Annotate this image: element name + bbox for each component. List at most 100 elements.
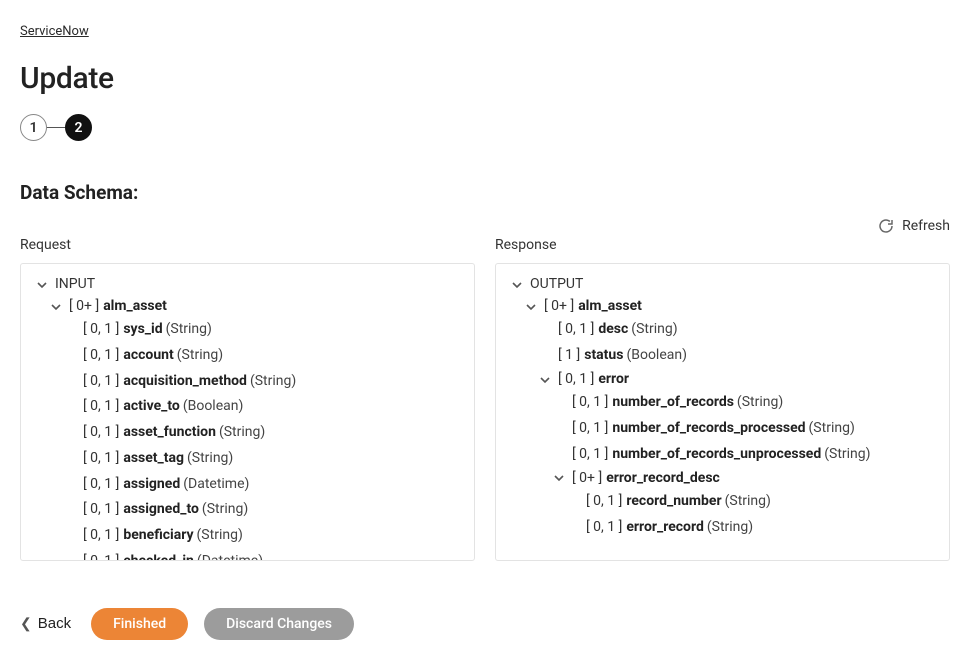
field-name: status bbox=[584, 345, 623, 367]
field-type: (String) bbox=[824, 444, 870, 466]
field-name: number_of_records_processed bbox=[612, 418, 805, 440]
response-box: OUTPUT [ 0+ ] alm_asset [ 0, 1 ]desc(Str… bbox=[495, 263, 950, 561]
field-cardinality: [ 0, 1 ] bbox=[558, 369, 594, 391]
stepper: 1 2 bbox=[20, 114, 972, 141]
field-type: (String) bbox=[187, 448, 233, 470]
field-type: (Boolean) bbox=[626, 345, 687, 367]
field-name: error bbox=[598, 369, 629, 391]
field-type: (String) bbox=[177, 345, 223, 367]
field-name: error_record_desc bbox=[606, 468, 720, 490]
field-cardinality: [ 0+ ] bbox=[69, 296, 99, 318]
field-cardinality: [ 0, 1 ] bbox=[572, 392, 608, 414]
field-type: (Datetime) bbox=[197, 551, 263, 561]
field-name: asset_function bbox=[123, 422, 216, 444]
field-name: assigned bbox=[123, 474, 180, 496]
field-cardinality: [ 0, 1 ] bbox=[83, 396, 119, 418]
response-panel: Response OUTPUT bbox=[495, 237, 950, 561]
field-cardinality: [ 1 ] bbox=[558, 345, 580, 367]
field-name: number_of_records bbox=[612, 392, 734, 414]
section-heading: Data Schema: bbox=[20, 181, 972, 204]
field-cardinality: [ 0, 1 ] bbox=[83, 499, 119, 521]
chevron-down-icon bbox=[35, 278, 49, 292]
schema-field: [ 0, 1 ]acquisition_method(String) bbox=[63, 369, 464, 395]
field-cardinality: [ 0, 1 ] bbox=[572, 444, 608, 466]
chevron-down-icon bbox=[524, 300, 538, 314]
chevron-down-icon bbox=[552, 471, 566, 485]
field-cardinality: [ 0, 1 ] bbox=[572, 418, 608, 440]
schema-field: [ 0, 1 ]error_record(String) bbox=[566, 515, 939, 541]
request-box: INPUT [ 0+ ] alm_asset [ 0, 1 ]sys_id(St… bbox=[20, 263, 475, 561]
field-cardinality: [ 0, 1 ] bbox=[83, 371, 119, 393]
schema-field: [ 0, 1 ]asset_function(String) bbox=[63, 420, 464, 446]
schema-field: [ 0, 1 ]assigned(Datetime) bbox=[63, 472, 464, 498]
chevron-down-icon bbox=[510, 278, 524, 292]
refresh-label: Refresh bbox=[902, 218, 950, 234]
schema-field: [ 0, 1 ] checked_in(Datetime) bbox=[63, 549, 464, 561]
field-type: (Boolean) bbox=[183, 396, 244, 418]
field-type: (String) bbox=[219, 422, 265, 444]
finished-button[interactable]: Finished bbox=[91, 608, 188, 640]
field-name: alm_asset bbox=[578, 296, 642, 318]
field-name: number_of_records_unprocessed bbox=[612, 444, 821, 466]
field-name: asset_tag bbox=[123, 448, 184, 470]
field-name: alm_asset bbox=[103, 296, 167, 318]
breadcrumb[interactable]: ServiceNow bbox=[20, 24, 89, 39]
tree-root-label: INPUT bbox=[55, 274, 95, 296]
field-type: (String) bbox=[250, 371, 296, 393]
step-1[interactable]: 1 bbox=[20, 114, 47, 141]
field-name: active_to bbox=[123, 396, 179, 418]
chevron-down-icon bbox=[49, 300, 63, 314]
footer: ❮ Back Finished Discard Changes bbox=[16, 607, 354, 640]
field-name: sys_id bbox=[123, 319, 162, 341]
field-type: (String) bbox=[809, 418, 855, 440]
field-cardinality: [ 0, 1 ] bbox=[83, 551, 119, 561]
page-title: Update bbox=[20, 61, 972, 96]
step-2[interactable]: 2 bbox=[65, 114, 92, 141]
field-type: (String) bbox=[737, 392, 783, 414]
field-type: (Datetime) bbox=[183, 474, 249, 496]
schema-field: [ 0, 1 ]number_of_records_unprocessed(St… bbox=[552, 442, 939, 468]
back-label: Back bbox=[38, 615, 71, 632]
schema-field: [ 0, 1 ]beneficiary(String) bbox=[63, 523, 464, 549]
field-name: record_number bbox=[626, 491, 721, 513]
chevron-left-icon: ❮ bbox=[20, 615, 32, 632]
tree-root-label: OUTPUT bbox=[530, 274, 583, 296]
tree-group-error-record-desc[interactable]: [ 0+ ] error_record_desc bbox=[552, 468, 939, 490]
field-type: (String) bbox=[725, 491, 771, 513]
field-cardinality: [ 0, 1 ] bbox=[83, 448, 119, 470]
schema-field: [ 0, 1 ]number_of_records(String) bbox=[552, 390, 939, 416]
schema-field: [ 0, 1 ]account(String) bbox=[63, 343, 464, 369]
tree-group-alm-asset[interactable]: [ 0+ ] alm_asset bbox=[49, 296, 464, 318]
refresh-button[interactable]: Refresh bbox=[20, 218, 950, 234]
field-type: (String) bbox=[707, 517, 753, 539]
field-cardinality: [ 0, 1 ] bbox=[586, 517, 622, 539]
tree-root-output[interactable]: OUTPUT bbox=[510, 274, 939, 296]
back-button[interactable]: ❮ Back bbox=[16, 607, 75, 640]
schema-field: [ 0, 1 ]assigned_to(String) bbox=[63, 497, 464, 523]
field-name: beneficiary bbox=[123, 525, 193, 547]
step-connector bbox=[47, 127, 65, 128]
schema-field: [ 0, 1 ]active_to(Boolean) bbox=[63, 394, 464, 420]
field-cardinality: [ 0, 1 ] bbox=[83, 422, 119, 444]
field-name: checked_in bbox=[123, 551, 194, 561]
field-cardinality: [ 0+ ] bbox=[572, 468, 602, 490]
field-name: error_record bbox=[626, 517, 704, 539]
field-name: desc bbox=[598, 319, 628, 341]
field-name: assigned_to bbox=[123, 499, 199, 521]
schema-field: [ 1 ]status(Boolean) bbox=[538, 343, 939, 369]
refresh-icon bbox=[878, 218, 894, 234]
schema-field: [ 0, 1 ]record_number(String) bbox=[566, 489, 939, 515]
field-type: (String) bbox=[197, 525, 243, 547]
tree-root-input[interactable]: INPUT bbox=[35, 274, 464, 296]
field-cardinality: [ 0, 1 ] bbox=[83, 525, 119, 547]
discard-button[interactable]: Discard Changes bbox=[204, 608, 354, 640]
schema-field: [ 0, 1 ]number_of_records_processed(Stri… bbox=[552, 416, 939, 442]
request-panel: Request INPUT [ 0+ ] bbox=[20, 237, 475, 561]
field-cardinality: [ 0, 1 ] bbox=[586, 491, 622, 513]
schema-field: [ 0, 1 ]sys_id(String) bbox=[63, 317, 464, 343]
field-name: account bbox=[123, 345, 173, 367]
schema-field: [ 0, 1 ]desc(String) bbox=[538, 317, 939, 343]
field-type: (String) bbox=[202, 499, 248, 521]
tree-group-error[interactable]: [ 0, 1 ] error bbox=[538, 369, 939, 391]
tree-group-alm-asset[interactable]: [ 0+ ] alm_asset bbox=[524, 296, 939, 318]
